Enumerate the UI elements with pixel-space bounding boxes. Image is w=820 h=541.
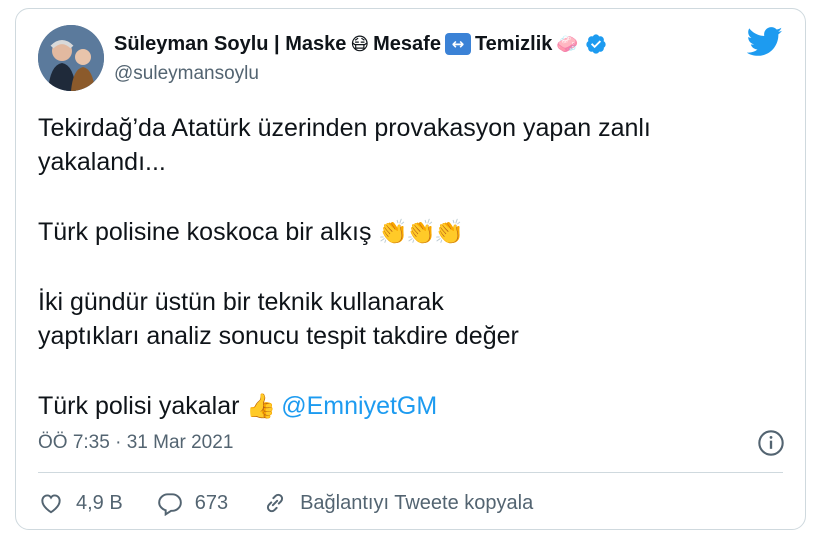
reply-button[interactable]: 673: [157, 490, 228, 516]
display-name: Süleyman Soylu | Maske: [114, 32, 347, 55]
tweet-line-text: Türk polisine koskoca bir alkış: [38, 218, 379, 246]
author-name[interactable]: Süleyman Soylu | Maske 😷 Mesafe ↔ Temizl…: [114, 31, 607, 57]
divider: [38, 472, 783, 473]
avatar[interactable]: [38, 25, 104, 91]
tweet-line: yaptıkları analiz sonucu tespit takdire …: [38, 322, 519, 350]
clapping-hands-icon: 👏👏👏: [378, 218, 464, 246]
like-count: 4,9 B: [76, 491, 123, 514]
thumbs-up-icon: 👍: [246, 392, 276, 420]
tweet-card: Süleyman Soylu | Maske 😷 Mesafe ↔ Temizl…: [15, 8, 806, 530]
link-icon: [267, 493, 284, 513]
left-right-arrow-icon: ↔: [444, 33, 471, 55]
tweet-line: İki gündür üstün bir teknik kullanarak: [38, 288, 444, 316]
author-handle[interactable]: @suleymansoylu: [114, 63, 259, 85]
display-name-temizlik: Temizlik: [474, 32, 553, 55]
reply-icon: [157, 493, 182, 516]
tweet-line: Tekirdağ’da Atatürk üzerinden provakasyo…: [38, 114, 651, 142]
tweet-line: Türk polisine koskoca bir alkış 👏👏👏: [38, 215, 788, 249]
action-bar: 4,9 B 673 Bağlantıyı Tweete kopyala: [38, 487, 567, 519]
mention-link[interactable]: @EmniyetGM: [281, 392, 437, 420]
avatar-photo: [38, 25, 104, 91]
tweet-line: Türk polisi yakalar 👍 @EmniyetGM: [38, 389, 788, 423]
tweet-line-text: Türk polisi yakalar: [38, 392, 247, 420]
tweet-body: Tekirdağ’da Atatürk üzerinden provakasyo…: [38, 111, 788, 423]
reply-count: 673: [194, 491, 229, 514]
info-icon[interactable]: [757, 429, 785, 457]
twitter-bird-icon[interactable]: [747, 27, 783, 57]
heart-icon: [41, 494, 61, 514]
display-name-mesafe: Mesafe: [373, 32, 441, 55]
tweet-line: yakalandı...: [38, 148, 166, 176]
verified-badge-icon: [586, 34, 606, 54]
like-button[interactable]: 4,9 B: [38, 490, 123, 516]
soap-emoji-icon: 🧼: [556, 33, 579, 55]
mask-emoji-icon: 😷: [350, 33, 370, 55]
tweet-timestamp[interactable]: ÖÖ 7:35 · 31 Mar 2021: [38, 432, 233, 454]
copy-link-button[interactable]: Bağlantıyı Tweete kopyala: [262, 490, 533, 516]
copy-link-label: Bağlantıyı Tweete kopyala: [300, 491, 534, 514]
